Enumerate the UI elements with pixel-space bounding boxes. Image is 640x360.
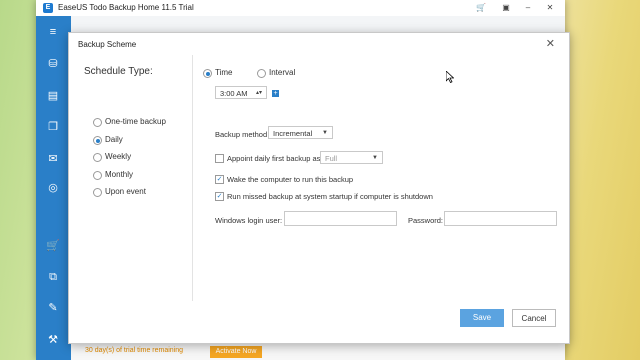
menu-icon[interactable]: ≡ (45, 24, 61, 40)
appoint-label: Appoint daily first backup as (227, 154, 321, 163)
app-titlebar: E EaseUS Todo Backup Home 11.5 Trial 🛒 ▣… (36, 0, 565, 17)
schedule-type-pane: Schedule Type: One-time backup Daily Wee… (69, 55, 193, 301)
time-picker[interactable]: 3:00 AM ▴▾ (215, 86, 267, 99)
password-label: Password: (408, 216, 444, 225)
radio-daily[interactable] (93, 136, 102, 145)
app-logo-icon: E (43, 3, 53, 13)
password-input[interactable] (444, 211, 557, 226)
radio-upon-event[interactable] (93, 188, 102, 197)
tools-icon[interactable]: ⚒ (45, 332, 61, 348)
app-title: EaseUS Todo Backup Home 11.5 Trial (58, 3, 194, 12)
schedule-type-label: Schedule Type: (84, 66, 153, 77)
chevron-down-icon: ▼ (322, 130, 328, 136)
add-time-icon[interactable]: + (272, 90, 279, 97)
smart-backup-icon[interactable]: ◎ (45, 180, 61, 196)
mouse-cursor-icon (446, 71, 454, 83)
backup-scheme-dialog: Backup Scheme ✕ Schedule Type: One-time … (68, 32, 570, 344)
trial-bar: 30 day(s) of trial time remaining Activa… (71, 344, 565, 360)
radio-time[interactable] (203, 69, 212, 78)
radio-one-time[interactable] (93, 118, 102, 127)
option-label-one-time: One-time backup (105, 117, 166, 126)
backup-method-label: Backup method (215, 130, 268, 139)
radio-weekly[interactable] (93, 153, 102, 162)
radio-interval[interactable] (257, 69, 266, 78)
missed-label: Run missed backup at system startup if c… (227, 192, 433, 201)
time-label: Time (215, 68, 233, 77)
system-backup-icon[interactable]: ▤ (45, 88, 61, 104)
option-label-monthly: Monthly (105, 170, 134, 179)
trial-text: 30 day(s) of trial time remaining (85, 347, 184, 354)
disk-backup-icon[interactable]: ⛁ (45, 56, 61, 72)
login-user-input[interactable] (284, 211, 397, 226)
option-label-weekly: Weekly (105, 152, 132, 161)
interval-label: Interval (269, 68, 296, 77)
missed-checkbox[interactable]: ✓ (215, 192, 224, 201)
appoint-select[interactable]: Full ▼ (320, 151, 383, 164)
save-button[interactable]: Save (460, 309, 504, 327)
radio-monthly[interactable] (93, 171, 102, 180)
close-icon[interactable]: ✕ (542, 2, 558, 14)
dialog-title: Backup Scheme (78, 40, 137, 49)
appoint-value: Full (325, 154, 338, 163)
login-user-label: Windows login user: (215, 216, 283, 225)
maximize-icon[interactable]: ▣ (498, 2, 514, 14)
option-label-daily: Daily (105, 135, 123, 144)
wake-checkbox[interactable]: ✓ (215, 175, 224, 184)
chevron-down-icon: ▼ (372, 155, 378, 161)
wake-label: Wake the computer to run this backup (227, 175, 354, 184)
cart-icon[interactable]: 🛒 (473, 2, 489, 14)
time-value: 3:00 AM (220, 89, 248, 98)
mail-backup-icon[interactable]: ✉ (45, 151, 61, 167)
file-backup-icon[interactable]: ❐ (45, 119, 61, 135)
dialog-close-icon[interactable]: ✕ (546, 37, 555, 51)
cancel-button[interactable]: Cancel (512, 309, 556, 327)
appoint-checkbox[interactable] (215, 154, 224, 163)
clone-icon[interactable]: ⧉ (45, 269, 61, 285)
sidebar: ≡ ⛁ ▤ ❐ ✉ ◎ 🛒 ⧉ ✎ ⚒ (36, 16, 71, 360)
backup-method-select[interactable]: Incremental ▼ (268, 126, 333, 139)
spinner-icon[interactable]: ▴▾ (256, 87, 262, 100)
minimize-icon[interactable]: – (520, 2, 536, 14)
cart-sidebar-icon[interactable]: 🛒 (45, 238, 61, 254)
activate-button[interactable]: Activate Now (210, 346, 262, 358)
notes-icon[interactable]: ✎ (45, 300, 61, 316)
backup-method-value: Incremental (273, 129, 313, 138)
option-label-upon-event: Upon event (105, 187, 146, 196)
